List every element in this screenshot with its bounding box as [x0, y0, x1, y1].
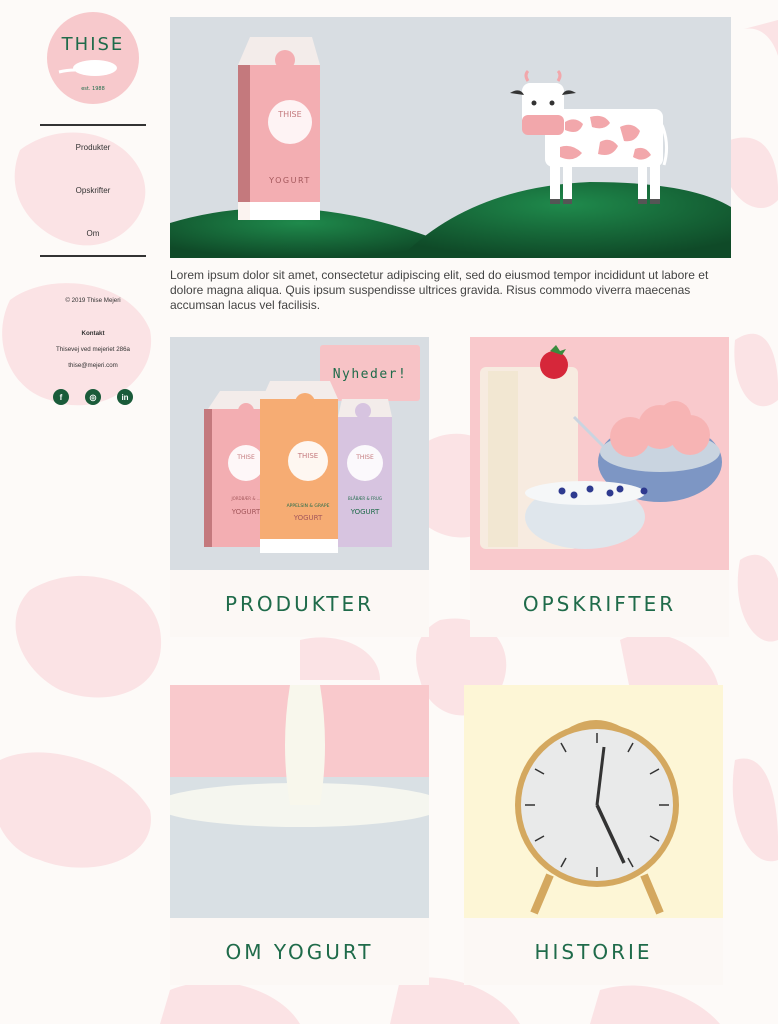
sidebar: THISE est. 1988 Produkter Opskrifter Om … [40, 12, 146, 405]
carton-pink-type: YOGURT [231, 508, 261, 516]
logo-est: est. 1988 [81, 86, 105, 92]
carton-pink-brand: THISE [236, 454, 255, 461]
card-label-historie[interactable]: HISTORIE [464, 918, 723, 985]
hero-illustration: THISE YOGURT [170, 17, 731, 258]
social-links: f ◎ in [40, 389, 146, 405]
carton-type: YOGURT [268, 176, 311, 185]
card-produkter[interactable]: Nyheder! THISE BLÅBÆR & FRUG YOGURT THIS… [170, 337, 429, 637]
card-label-produkter[interactable]: PRODUKTER [170, 570, 429, 637]
intro-text: Lorem ipsum dolor sit amet, consectetur … [170, 268, 709, 312]
svg-text:THISE: THISE [61, 34, 125, 55]
carton-pink-flavor: JORDBÆR & ... [230, 496, 260, 501]
nav-bottom-divider [40, 255, 146, 257]
products-illustration: Nyheder! THISE BLÅBÆR & FRUG YOGURT THIS… [170, 337, 429, 570]
card-historie[interactable]: HISTORIE [464, 685, 723, 985]
nav-item-produkter[interactable]: Produkter [40, 126, 146, 169]
instagram-icon[interactable]: ◎ [85, 389, 101, 405]
carton-orange-type: YOGURT [293, 514, 323, 522]
card-opskrifter[interactable]: OPSKRIFTER [470, 337, 729, 637]
card-label-opskrifter[interactable]: OPSKRIFTER [470, 570, 729, 637]
nav-item-opskrifter[interactable]: Opskrifter [40, 169, 146, 212]
yogurt-pour-illustration [170, 685, 429, 918]
contact-heading: Kontakt [81, 330, 105, 337]
carton-purple-flavor: BLÅBÆR & FRUG [348, 496, 382, 501]
recipes-illustration [470, 337, 729, 570]
thise-logo[interactable]: THISE est. 1988 [47, 12, 139, 104]
card-om-yogurt[interactable]: OM YOGURT [170, 685, 429, 985]
carton-brand: THISE [277, 110, 301, 119]
carton-purple-type: YOGURT [350, 508, 380, 516]
copyright: © 2019 Thise Mejeri [65, 297, 121, 304]
carton-orange-flavor: APPELSIN & GRAPE [287, 503, 330, 509]
nav-item-om[interactable]: Om [40, 212, 146, 255]
address: Thisevej ved mejeriet 286a [56, 346, 130, 353]
carton-orange-brand: THISE [297, 452, 318, 460]
carton-purple-brand: THISE [355, 454, 374, 461]
card-label-om-yogurt[interactable]: OM YOGURT [170, 918, 429, 985]
clock-illustration [464, 685, 723, 918]
linkedin-icon[interactable]: in [117, 389, 133, 405]
main-nav: Produkter Opskrifter Om [40, 126, 146, 255]
yogurt-carton: THISE YOGURT [238, 37, 320, 220]
email-link[interactable]: thise@mejeri.com [40, 362, 146, 369]
facebook-icon[interactable]: f [53, 389, 69, 405]
news-badge[interactable]: Nyheder! [333, 367, 408, 382]
